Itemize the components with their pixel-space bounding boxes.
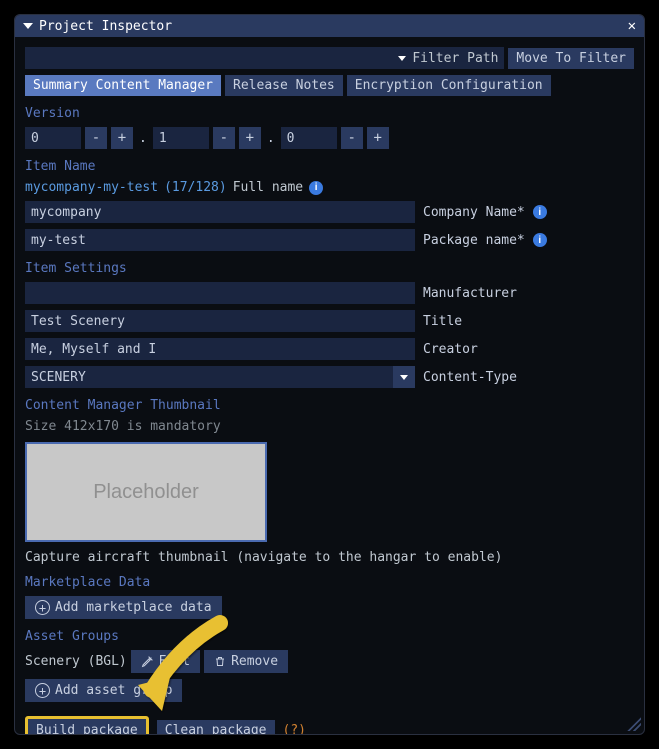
- move-to-filter-button[interactable]: Move To Filter: [508, 48, 634, 69]
- content-type-row: Content-Type: [25, 366, 634, 388]
- version-row: - + . - + . - +: [25, 127, 634, 149]
- thumbnail-label: Content Manager Thumbnail: [25, 398, 634, 413]
- creator-row: Creator: [25, 338, 634, 360]
- filter-path-dropdown[interactable]: Filter Path: [25, 47, 504, 69]
- edit-label: Edit: [159, 654, 190, 669]
- plus-icon: +: [35, 683, 50, 698]
- creator-label: Creator: [423, 342, 478, 357]
- item-name-label: Item Name: [25, 159, 634, 174]
- version-minor-minus[interactable]: -: [213, 127, 235, 149]
- asset-group-row: Scenery (BGL) Edit Remove: [25, 650, 634, 673]
- help-link[interactable]: (?): [283, 723, 306, 735]
- filter-row: Filter Path Move To Filter: [25, 47, 634, 69]
- company-name-row: Company Name* i: [25, 201, 634, 223]
- title-input[interactable]: [25, 310, 415, 332]
- manufacturer-row: Manufacturer: [25, 282, 634, 304]
- chevron-down-icon: [400, 375, 408, 380]
- version-patch-plus[interactable]: +: [367, 127, 389, 149]
- dot-separator: .: [265, 131, 277, 146]
- resize-grip-icon[interactable]: [627, 717, 641, 731]
- close-icon[interactable]: ✕: [628, 18, 636, 34]
- package-name-label: Package name*: [423, 233, 525, 248]
- asset-group-name: Scenery (BGL): [25, 654, 127, 669]
- tab-encryption[interactable]: Encryption Configuration: [347, 75, 551, 96]
- thumbnail-hint: Size 412x170 is mandatory: [25, 419, 634, 434]
- title-label: Title: [423, 314, 462, 329]
- version-minor-input[interactable]: [153, 127, 209, 149]
- marketplace-label: Marketplace Data: [25, 575, 634, 590]
- window-body: Filter Path Move To Filter Summary Conte…: [15, 37, 644, 735]
- version-major-plus[interactable]: +: [111, 127, 133, 149]
- add-asset-group-button[interactable]: + Add asset group: [25, 679, 182, 702]
- add-marketplace-data-button[interactable]: + Add marketplace data: [25, 596, 222, 619]
- collapse-icon: [23, 23, 33, 29]
- item-settings-label: Item Settings: [25, 261, 634, 276]
- tabs: Summary Content Manager Release Notes En…: [25, 75, 634, 96]
- version-minor-plus[interactable]: +: [239, 127, 261, 149]
- item-name-summary: mycompany-my-test (17/128) Full name i: [25, 180, 634, 195]
- content-type-value[interactable]: [25, 366, 393, 388]
- info-icon[interactable]: i: [533, 205, 547, 219]
- plus-icon: +: [35, 600, 50, 615]
- item-count: (17/128): [164, 180, 227, 195]
- version-patch-minus[interactable]: -: [341, 127, 363, 149]
- content-type-dropdown-button[interactable]: [393, 366, 415, 388]
- version-label: Version: [25, 106, 634, 121]
- window-title: Project Inspector: [39, 19, 622, 34]
- project-inspector-window: Project Inspector ✕ Filter Path Move To …: [14, 14, 645, 735]
- trash-icon: [214, 655, 226, 668]
- manufacturer-input[interactable]: [25, 282, 415, 304]
- edit-icon: [141, 655, 154, 668]
- filter-path-label: Filter Path: [412, 51, 498, 66]
- version-major-input[interactable]: [25, 127, 81, 149]
- thumbnail-placeholder[interactable]: Placeholder: [25, 442, 267, 542]
- titlebar[interactable]: Project Inspector ✕: [15, 15, 644, 37]
- thumbnail-caption: Capture aircraft thumbnail (navigate to …: [25, 550, 634, 565]
- manufacturer-label: Manufacturer: [423, 286, 517, 301]
- version-patch-input[interactable]: [281, 127, 337, 149]
- company-name-label: Company Name*: [423, 205, 525, 220]
- package-name-input[interactable]: [25, 229, 415, 251]
- edit-asset-group-button[interactable]: Edit: [131, 650, 200, 673]
- item-slug: mycompany-my-test: [25, 180, 158, 195]
- add-asset-group-label: Add asset group: [55, 683, 172, 698]
- dot-separator: .: [137, 131, 149, 146]
- version-major-minus[interactable]: -: [85, 127, 107, 149]
- build-package-button[interactable]: Build package: [25, 716, 149, 735]
- tab-summary[interactable]: Summary Content Manager: [25, 75, 221, 96]
- remove-label: Remove: [231, 654, 278, 669]
- tab-release-notes[interactable]: Release Notes: [225, 75, 343, 96]
- content-type-select[interactable]: [25, 366, 415, 388]
- package-name-row: Package name* i: [25, 229, 634, 251]
- asset-groups-label: Asset Groups: [25, 629, 634, 644]
- clean-package-button[interactable]: Clean package: [157, 720, 275, 735]
- remove-asset-group-button[interactable]: Remove: [204, 650, 288, 673]
- info-icon[interactable]: i: [533, 233, 547, 247]
- creator-input[interactable]: [25, 338, 415, 360]
- full-name-label: Full name: [233, 180, 303, 195]
- title-row: Title: [25, 310, 634, 332]
- footer-row: Build package Clean package (?): [25, 716, 634, 735]
- info-icon[interactable]: i: [309, 181, 323, 195]
- content-type-label: Content-Type: [423, 370, 517, 385]
- add-marketplace-label: Add marketplace data: [55, 600, 212, 615]
- company-name-input[interactable]: [25, 201, 415, 223]
- chevron-down-icon: [398, 56, 406, 61]
